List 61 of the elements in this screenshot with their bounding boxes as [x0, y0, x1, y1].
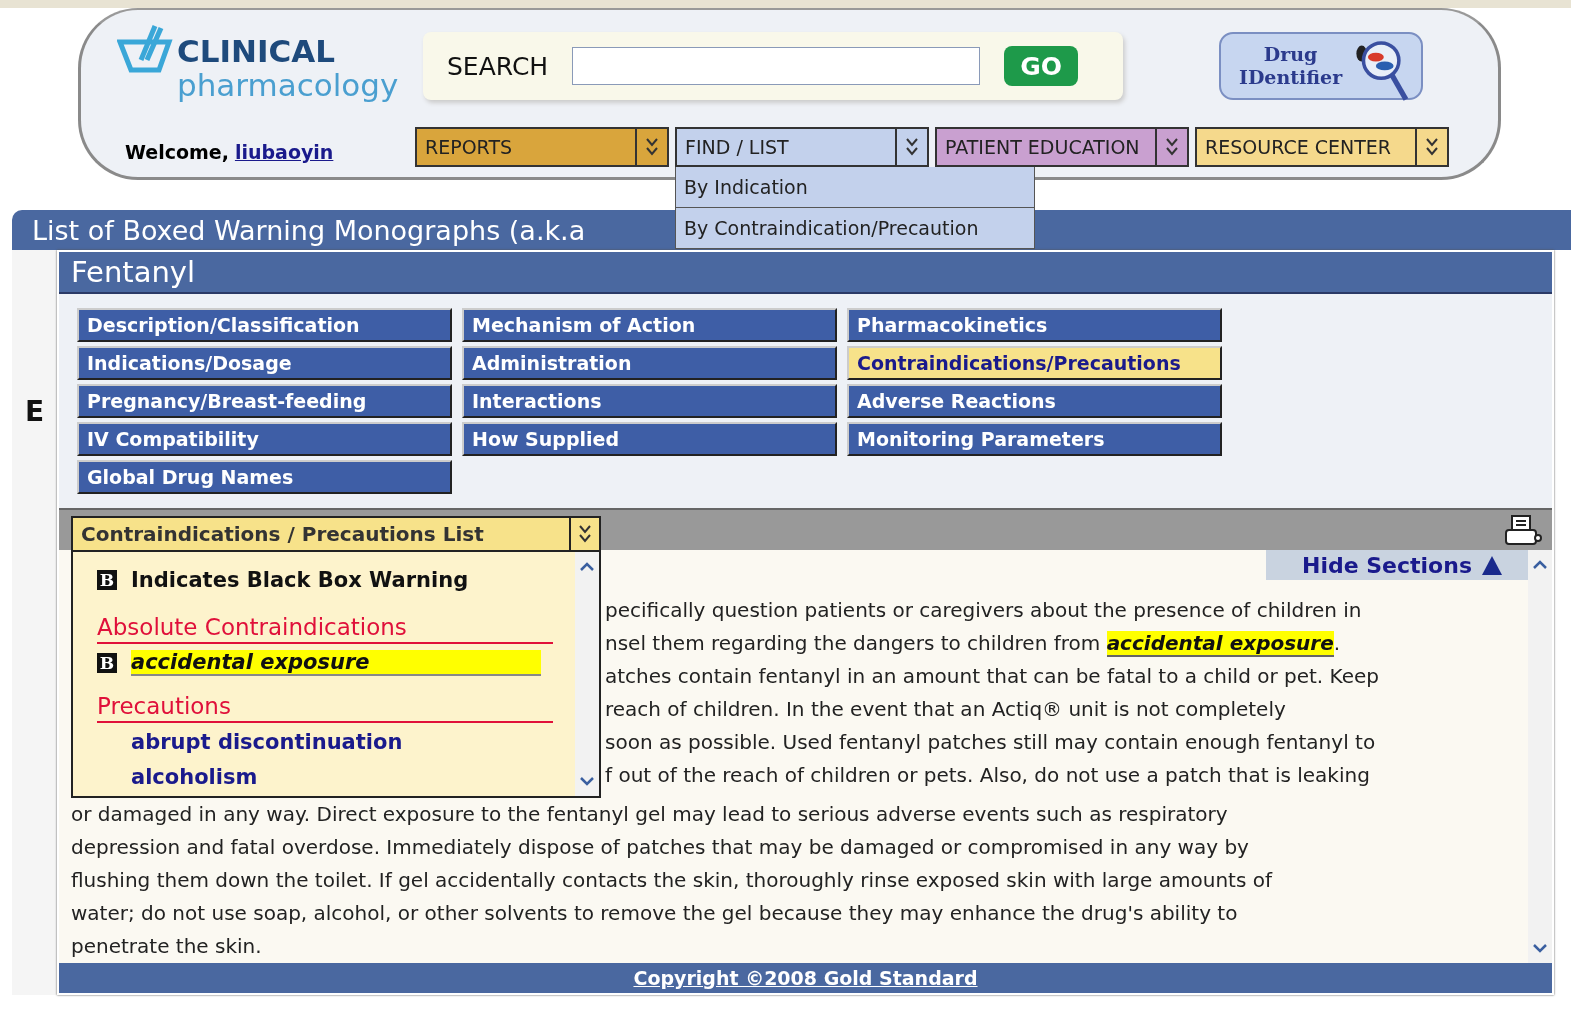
section-button[interactable]: Monitoring Parameters	[847, 422, 1222, 456]
nav-menu[interactable]: RESOURCE CENTER	[1195, 127, 1449, 167]
scrollbar[interactable]	[575, 552, 599, 796]
chevron-icon	[1425, 136, 1439, 158]
menu-item[interactable]: By Indication	[675, 167, 1035, 208]
heading-fragment: E	[24, 395, 45, 428]
text-line: reach of children. In the event that an Actiq® unit is not completely	[604, 696, 1287, 723]
list-dropdown[interactable]: Contraindications / Precautions List	[71, 516, 601, 550]
text-line: nsel them regarding the dangers to children from accidental exposure.	[604, 630, 1342, 659]
list-link[interactable]: alcoholism	[131, 765, 258, 789]
section-button[interactable]: Interactions	[462, 384, 837, 418]
go-button[interactable]: GO	[1004, 46, 1079, 86]
list-link[interactable]: accidental exposure	[131, 650, 541, 676]
section-button[interactable]: Pregnancy/Breast-feeding	[77, 384, 452, 418]
group-heading: Absolute Contraindications	[97, 614, 553, 644]
chevron-icon	[1165, 136, 1179, 158]
text-line: or damaged in any way. Direct exposure to the fentanyl gel may lead to serious adverse events such as respiratory	[71, 801, 1229, 828]
text-line: penetrate the skin.	[71, 933, 263, 960]
section-button[interactable]: How Supplied	[462, 422, 837, 456]
print-icon	[1502, 514, 1542, 548]
drug-identifier-button[interactable]: Drug IDentifier	[1219, 32, 1423, 100]
copyright-text: Copyright ©2008 Gold Standard	[633, 967, 978, 989]
logo-subtitle: pharmacology	[177, 68, 399, 102]
search-field[interactable]	[572, 47, 981, 85]
group-heading: Precautions	[97, 693, 553, 723]
text-line: flushing them down the toilet. If gel accidentally contacts the skin, thoroughly rinse exposed skin with large amounts of	[71, 867, 1274, 894]
drug-title: Fentanyl	[59, 252, 1552, 294]
text-line: pecifically question patients or caregivers about the presence of children in	[604, 597, 1363, 624]
welcome-text: Welcome,	[125, 141, 229, 163]
section-button[interactable]: Mechanism of Action	[462, 308, 837, 342]
chevron-icon	[645, 136, 659, 158]
basket-pen-icon	[117, 22, 173, 74]
list-link[interactable]: abrupt discontinuation	[131, 730, 403, 754]
section-button[interactable]: Administration	[462, 346, 837, 380]
nav-menu[interactable]: FIND / LIST	[675, 127, 929, 167]
warning-badge: B	[97, 653, 117, 673]
section-button[interactable]: Global Drug Names	[77, 460, 452, 494]
text-line: f out of the reach of children or pets. Also, do not use a patch that is leaking	[604, 762, 1371, 789]
triangle-up-icon	[1480, 554, 1504, 576]
user-link[interactable]: liubaoyin	[234, 141, 334, 163]
scrollbar[interactable]	[1528, 550, 1552, 963]
section-button[interactable]: Contraindications/Precautions	[847, 346, 1222, 380]
section-button[interactable]: Pharmacokinetics	[847, 308, 1222, 342]
warning-badge: B	[97, 570, 117, 590]
logo-title: CLINICAL	[177, 34, 336, 68]
section-button[interactable]: IV Compatibility	[77, 422, 452, 456]
search-label: SEARCH	[447, 51, 549, 81]
nav-menu[interactable]: PATIENT EDUCATION	[935, 127, 1189, 167]
text-line: atches contain fentanyl in an amount that can be fatal to a child or pet. Keep	[604, 663, 1380, 690]
section-button[interactable]: Adverse Reactions	[847, 384, 1222, 418]
text-line: soon as possible. Used fentanyl patches still may contain enough fentanyl to	[604, 729, 1377, 756]
chevron-icon	[905, 136, 919, 158]
nav-menu[interactable]: REPORTS	[415, 127, 669, 167]
chevron-icon	[578, 523, 592, 545]
section-button[interactable]: Description/Classification	[77, 308, 452, 342]
legend-text: Indicates Black Box Warning	[131, 568, 469, 592]
hide-sections-button[interactable]: Hide Sections	[1265, 550, 1528, 580]
section-button[interactable]: Indications/Dosage	[77, 346, 452, 380]
menu-item[interactable]: By Contraindication/Precaution	[675, 208, 1035, 249]
text-line: depression and fatal overdose. Immediately dispose of patches that may be damaged or compromised in any way by	[71, 834, 1250, 861]
text-line: water; do not use soap, alcohol, or other solvents to remove the gel because they may enhance the drug's ability to	[71, 900, 1239, 927]
